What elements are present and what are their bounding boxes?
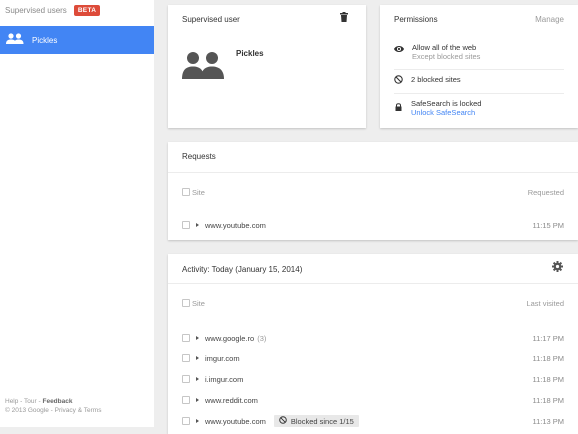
requests-header-row: Site Requested [182, 186, 564, 198]
tour-link[interactable]: Tour [24, 398, 37, 405]
supervised-user-icon [6, 33, 24, 47]
row-time: 11:17 PM [532, 333, 564, 343]
beta-badge: BETA [73, 4, 101, 16]
feedback-link[interactable]: Feedback [42, 398, 72, 405]
help-link[interactable]: Help [5, 398, 18, 405]
row-time: 11:18 PM [532, 353, 564, 363]
expand-arrow-icon[interactable] [196, 398, 199, 402]
activity-header-row: Site Last visited [182, 297, 564, 309]
permissions-card: Permissions Manage Allow all of the web … [380, 5, 578, 128]
row-checkbox[interactable] [182, 221, 190, 229]
row-time: 11:18 PM [532, 374, 564, 384]
sidebar-header: Supervised users BETA [5, 3, 101, 17]
row-site: www.youtube.com [205, 220, 266, 230]
expand-arrow-icon[interactable] [196, 356, 199, 360]
supervised-user-card: Supervised user Pickles [168, 5, 366, 128]
row-site: i.imgur.com [205, 374, 244, 384]
gear-icon[interactable] [552, 261, 563, 274]
select-all-checkbox[interactable] [182, 188, 190, 196]
row-checkbox[interactable] [182, 375, 190, 383]
visit-count: (3) [257, 333, 267, 343]
unlock-safesearch-link[interactable]: Unlock SafeSearch [411, 108, 481, 117]
row-site: imgur.com [205, 353, 240, 363]
row-time: 11:13 PM [532, 416, 564, 426]
except-blocked-text: Except blocked sites [412, 52, 481, 61]
row-checkbox[interactable] [182, 396, 190, 404]
row-time: 11:18 PM [532, 395, 564, 405]
blocked-badge-label: Blocked since 1/15 [290, 416, 354, 426]
column-header-last-visited: Last visited [526, 298, 564, 308]
card-title: Permissions [394, 15, 438, 24]
column-header-site: Site [192, 298, 205, 308]
privacy-terms-link[interactable]: Privacy & Terms [55, 407, 102, 414]
eye-icon [394, 45, 404, 55]
table-row[interactable]: www.youtube.com Blocked since 1/15 11:13… [182, 415, 564, 427]
column-header-site: Site [192, 187, 205, 197]
sidebar-item-label: Pickles [32, 35, 58, 45]
trash-icon[interactable] [340, 12, 348, 24]
table-row[interactable]: www.reddit.com 11:18 PM [182, 394, 564, 406]
row-site: www.reddit.com [205, 395, 258, 405]
permission-allow-web: Allow all of the web Except blocked site… [394, 43, 564, 61]
blocked-icon [394, 75, 403, 86]
sidebar-footer: Help - Tour - Feedback © 2013 Google - P… [5, 398, 102, 414]
user-avatar [182, 51, 224, 81]
blocked-icon [279, 416, 287, 426]
table-row[interactable]: www.google.ro (3) 11:17 PM [182, 332, 564, 344]
select-all-checkbox[interactable] [182, 299, 190, 307]
row-time: 11:15 PM [532, 220, 564, 230]
row-site: www.youtube.com [205, 416, 266, 426]
table-row[interactable]: imgur.com 11:18 PM [182, 352, 564, 364]
row-checkbox[interactable] [182, 354, 190, 362]
blocked-sites-text[interactable]: 2 blocked sites [411, 75, 461, 84]
copyright-text: © 2013 Google [5, 407, 49, 414]
row-checkbox[interactable] [182, 334, 190, 342]
permission-safesearch: SafeSearch is locked Unlock SafeSearch [394, 99, 564, 117]
card-title: Activity: Today (January 15, 2014) [182, 265, 303, 274]
table-row[interactable]: i.imgur.com 11:18 PM [182, 373, 564, 385]
card-title: Requests [182, 152, 216, 161]
card-title: Supervised user [182, 15, 240, 24]
permission-blocked-sites: 2 blocked sites [394, 75, 564, 86]
blocked-badge: Blocked since 1/15 [273, 415, 359, 427]
sidebar-item-pickles[interactable]: Pickles [0, 26, 154, 54]
expand-arrow-icon[interactable] [196, 377, 199, 381]
activity-card: Activity: Today (January 15, 2014) Site … [168, 254, 578, 434]
expand-arrow-icon[interactable] [196, 336, 199, 340]
sidebar: Supervised users BETA Pickles Help - Tou… [0, 0, 154, 427]
expand-arrow-icon[interactable] [196, 419, 199, 423]
expand-arrow-icon[interactable] [196, 223, 199, 227]
allow-web-text: Allow all of the web [412, 43, 477, 52]
lock-icon [395, 103, 402, 113]
row-site: www.google.ro [205, 333, 255, 343]
user-name: Pickles [236, 49, 264, 58]
manage-link[interactable]: Manage [535, 15, 564, 24]
row-checkbox[interactable] [182, 417, 190, 425]
sidebar-title: Supervised users [5, 5, 67, 15]
requests-card: Requests Site Requested www.youtube.com … [168, 142, 578, 240]
table-row[interactable]: www.youtube.com 11:15 PM [182, 219, 564, 231]
column-header-requested: Requested [527, 187, 564, 197]
safesearch-locked-text: SafeSearch is locked [411, 99, 482, 108]
